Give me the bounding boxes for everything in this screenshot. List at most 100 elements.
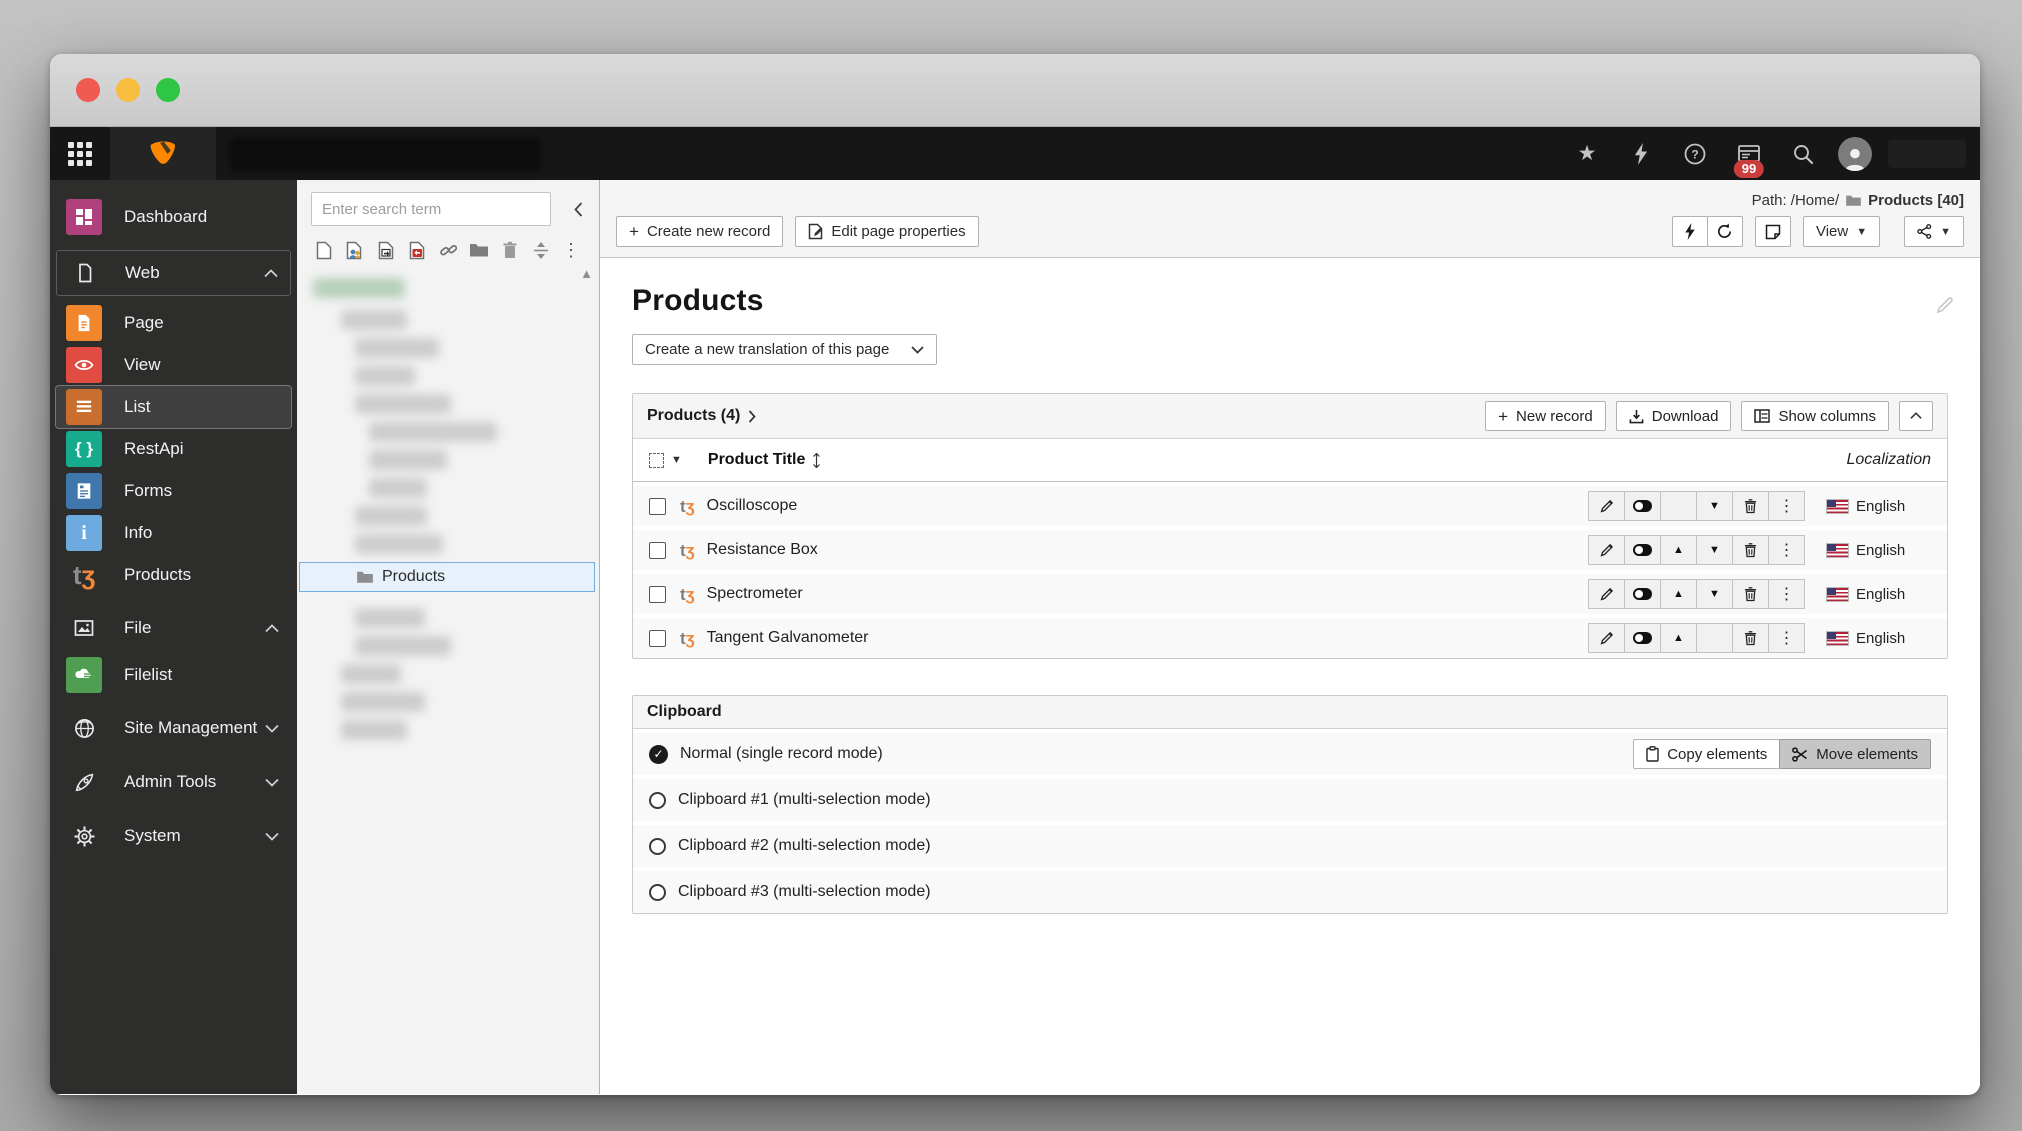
tree-more-menu-button[interactable]: ⋮ [562,240,581,261]
folder-icon[interactable] [469,238,490,262]
radio-icon[interactable] [649,838,666,855]
move-down-button[interactable]: ▼ [1696,579,1733,609]
records-panel: Products (4) + New record [632,393,1948,659]
typo3-logo-button[interactable] [110,127,216,180]
copy-elements-button[interactable]: Copy elements [1633,739,1780,769]
move-up-button[interactable]: ▲ [1660,579,1697,609]
link-icon[interactable] [438,238,459,262]
reload-button[interactable] [1707,216,1743,247]
hide-record-toggle[interactable] [1624,623,1661,653]
row-checkbox[interactable] [649,542,666,559]
collapse-panel-button[interactable] [1899,401,1933,431]
row-more-menu-button[interactable]: ⋮ [1768,491,1805,521]
column-header-product-title[interactable]: Product Title [708,451,822,469]
edit-page-properties-button[interactable]: Edit page properties [795,216,978,247]
sidebar-item-filelist[interactable]: Filelist [50,654,297,696]
sidebar-item-products[interactable]: tʒ Products [50,554,297,596]
tree-scroll-up-icon[interactable]: ▲ [580,266,593,281]
new-record-button[interactable]: + New record [1485,401,1606,431]
row-more-menu-button[interactable]: ⋮ [1768,535,1805,565]
sidebar-item-list[interactable]: List [56,386,291,428]
row-checkbox[interactable] [649,630,666,647]
minimize-window-button[interactable] [116,78,140,102]
caret-down-icon[interactable]: ▼ [671,454,682,466]
show-columns-button[interactable]: Show columns [1741,401,1889,431]
selected-radio-icon[interactable]: ✓ [649,745,668,764]
chevron-right-icon[interactable] [748,410,756,423]
tree-node-products[interactable]: Products [299,562,595,592]
row-checkbox[interactable] [649,498,666,515]
save-shortcut-button[interactable] [1755,216,1791,247]
triangle-down-icon: ▼ [1709,544,1720,556]
sidebar-group-system[interactable]: System [50,814,297,858]
delete-record-button[interactable] [1732,491,1769,521]
clear-cache-button[interactable] [1622,134,1660,174]
edit-title-pencil-icon[interactable] [1936,296,1954,314]
sidebar-group-admin-tools[interactable]: Admin Tools [50,760,297,804]
share-dropdown-button[interactable]: ▼ [1904,216,1964,247]
hide-record-toggle[interactable] [1624,579,1661,609]
record-title[interactable]: Spectrometer [707,585,803,603]
radio-icon[interactable] [649,884,666,901]
move-down-button[interactable]: ▼ [1696,535,1733,565]
toggle-icon [1633,500,1652,512]
record-title[interactable]: Oscilloscope [707,497,798,515]
system-information-button[interactable]: 99 [1730,134,1768,174]
row-more-menu-button[interactable]: ⋮ [1768,623,1805,653]
record-title[interactable]: Resistance Box [707,541,818,559]
create-new-record-button[interactable]: + Create new record [616,216,783,247]
separator-icon[interactable] [531,238,552,262]
zoom-window-button[interactable] [156,78,180,102]
list-icon [75,398,93,416]
cache-bolt-button[interactable] [1672,216,1708,247]
new-mount-page-icon[interactable] [406,238,427,262]
edit-record-button[interactable] [1588,535,1625,565]
close-window-button[interactable] [76,78,100,102]
user-menu-button[interactable] [1838,137,1872,171]
triangle-down-icon: ▼ [1709,588,1720,600]
sort-icon [812,453,821,468]
move-up-button[interactable]: ▲ [1660,535,1697,565]
edit-record-button[interactable] [1588,623,1625,653]
sidebar-item-info[interactable]: i Info [50,512,297,554]
edit-record-button[interactable] [1588,491,1625,521]
download-button[interactable]: Download [1616,401,1732,431]
new-page-icon[interactable] [313,238,334,262]
products-logo-icon: tʒ [73,560,95,591]
view-dropdown-button[interactable]: View ▼ [1803,216,1880,247]
delete-record-button[interactable] [1732,535,1769,565]
bookmarks-button[interactable]: ★ [1568,134,1606,174]
hide-record-toggle[interactable] [1624,535,1661,565]
sidebar-group-file[interactable]: File [50,606,297,650]
sidebar-item-dashboard[interactable]: Dashboard [50,196,297,238]
trash-icon[interactable] [500,238,521,262]
sidebar-group-label: Web [125,263,160,283]
delete-record-button[interactable] [1732,579,1769,609]
hide-record-toggle[interactable] [1624,491,1661,521]
edit-record-button[interactable] [1588,579,1625,609]
move-down-button[interactable]: ▼ [1696,491,1733,521]
tree-search-input[interactable] [311,192,551,226]
new-page-users-icon[interactable] [344,238,365,262]
help-button[interactable]: ? [1676,134,1714,174]
record-title[interactable]: Tangent Galvanometer [707,629,869,647]
sidebar-item-label: Forms [124,481,172,501]
sidebar-group-site-management[interactable]: Site Management [50,706,297,750]
translation-dropdown[interactable]: Create a new translation of this page [632,334,937,365]
move-elements-button[interactable]: Move elements [1779,739,1931,769]
sidebar-group-web[interactable]: Web [56,250,291,296]
delete-record-button[interactable] [1732,623,1769,653]
module-menu-toggle-button[interactable] [50,127,110,180]
row-more-menu-button[interactable]: ⋮ [1768,579,1805,609]
move-up-button[interactable]: ▲ [1660,623,1697,653]
sidebar-item-restapi[interactable]: { } RestApi [50,428,297,470]
radio-icon[interactable] [649,792,666,809]
collapse-tree-button[interactable] [574,202,583,217]
sidebar-item-view[interactable]: View [50,344,297,386]
row-checkbox[interactable] [649,586,666,603]
search-button[interactable] [1784,134,1822,174]
sidebar-item-page[interactable]: Page [50,302,297,344]
select-all-checkbox[interactable] [649,453,664,468]
new-shortcut-page-icon[interactable] [375,238,396,262]
sidebar-item-forms[interactable]: Forms [50,470,297,512]
